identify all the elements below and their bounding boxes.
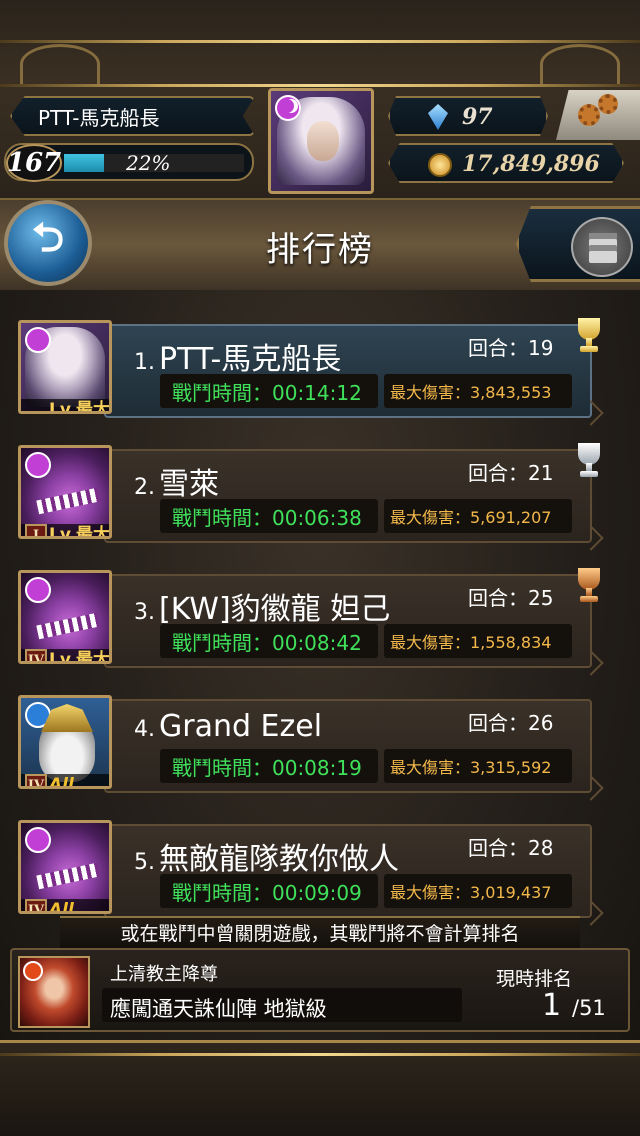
- coin-count: 17,849,896: [462, 151, 600, 177]
- ranking-row[interactable]: Lv.最大 IV 3. [KW]豹徽龍 妲己 回合：25 戰鬥時間：00:08:4…: [0, 568, 640, 686]
- current-rank-label: 現時排名: [496, 968, 573, 990]
- frame-divider: [0, 84, 640, 87]
- element-icon: [25, 702, 51, 728]
- coin-icon: [428, 153, 452, 177]
- player-level: 167: [6, 144, 62, 182]
- player-avatar[interactable]: [268, 88, 374, 194]
- coin-counter[interactable]: 17,849,896: [388, 143, 624, 183]
- current-rank: 1: [542, 988, 562, 1023]
- max-damage: 最大傷害：5,691,207: [384, 499, 572, 533]
- player-name: [KW]豹徽龍 妲己: [159, 592, 391, 627]
- frame-divider: [0, 1053, 640, 1056]
- fire-element-icon: [23, 961, 43, 981]
- ranking-player: 5. 無敵龍隊教你做人: [134, 834, 399, 878]
- battle-time: 戰鬥時間：00:06:38: [160, 499, 378, 533]
- bronze-trophy-icon: [572, 566, 606, 606]
- element-icon: [25, 577, 51, 603]
- battle-time: 戰鬥時間：00:14:12: [160, 374, 378, 408]
- round-count: 回合：25: [468, 586, 554, 610]
- gem-count: 97: [462, 104, 493, 130]
- boss-portrait: [18, 956, 90, 1028]
- battle-time: 戰鬥時間：00:08:19: [160, 749, 378, 783]
- ranking-row[interactable]: Lv.最大 I 2. 雪萊 回合：21 戰鬥時間：00:06:38 最大傷害：5,…: [0, 443, 640, 561]
- ranking-player: 1. PTT-馬克船長: [134, 334, 341, 378]
- ranking-player: 4. Grand Ezel: [134, 709, 322, 744]
- max-damage: 最大傷害：3,019,437: [384, 874, 572, 908]
- max-damage: 最大傷害：1,558,834: [384, 624, 572, 658]
- moon-element-icon: [275, 95, 301, 121]
- stage-subtitle: 上清教主降尊: [110, 964, 218, 985]
- stage-panel: 上清教主降尊 應闖通天誅仙陣 地獄級 現時排名 1 /51: [10, 948, 630, 1032]
- tier-badge: I: [25, 524, 47, 536]
- rank-total: /51: [572, 996, 606, 1020]
- round-count: 回合：21: [468, 461, 554, 485]
- gear-icon: [598, 94, 618, 114]
- level-badge: Lv.最大: [21, 399, 109, 411]
- max-damage: 最大傷害：3,315,592: [384, 749, 572, 783]
- tier-badge: IV: [25, 649, 47, 661]
- settings-button[interactable]: [556, 90, 640, 140]
- gold-trophy-icon: [572, 316, 606, 356]
- silver-trophy-icon: [572, 441, 606, 481]
- frame-divider: [0, 40, 640, 43]
- rank-number: 4.: [134, 717, 155, 742]
- player-name: 雪萊: [159, 467, 219, 502]
- gear-icon: [578, 104, 600, 126]
- player-level-bar: 167 22%: [4, 143, 254, 182]
- player-name: PTT-馬克船長: [38, 105, 160, 130]
- player-name: 無敵龍隊教你做人: [159, 842, 399, 877]
- element-icon: [25, 827, 51, 853]
- battle-time: 戰鬥時間：00:09:09: [160, 874, 378, 908]
- player-name: Grand Ezel: [159, 709, 323, 744]
- notice-bar: 或在戰鬥中曾關閉遊戲，其戰鬥將不會計算排名: [60, 916, 580, 950]
- tier-badge: IV: [25, 774, 47, 786]
- menu-button[interactable]: [516, 206, 640, 282]
- ranking-portrait[interactable]: Lv.最大 IV: [18, 570, 112, 664]
- rank-number: 1.: [134, 350, 155, 375]
- ranking-player: 2. 雪萊: [134, 459, 219, 503]
- bottom-frame: [0, 1040, 640, 1136]
- element-icon: [25, 327, 51, 353]
- list-menu-icon: [571, 217, 633, 277]
- avatar-face: [307, 121, 339, 161]
- max-damage: 最大傷害：3,843,553: [384, 374, 572, 408]
- ranking-portrait[interactable]: All Max IV: [18, 820, 112, 914]
- frame-ornament: [20, 44, 100, 84]
- stage-name: 應闖通天誅仙陣 地獄級: [110, 997, 327, 1021]
- exp-fill: [64, 154, 104, 172]
- ranking-portrait[interactable]: Lv.最大 I: [18, 445, 112, 539]
- battle-time: 戰鬥時間：00:08:42: [160, 624, 378, 658]
- gem-counter[interactable]: 97: [388, 96, 548, 136]
- round-count: 回合：28: [468, 836, 554, 860]
- ranking-portrait[interactable]: Lv.最大: [18, 320, 112, 414]
- frame-ornament: [540, 44, 620, 84]
- ranking-row[interactable]: All Max IV 4.Grand Ezel 回合：26 戰鬥時間：00:08…: [0, 693, 640, 811]
- element-icon: [25, 452, 51, 478]
- gem-icon: [428, 104, 448, 130]
- exp-percent: 22%: [126, 151, 171, 175]
- player-name: PTT-馬克船長: [159, 342, 342, 377]
- rank-number: 2.: [134, 475, 155, 500]
- ranking-player: 3. [KW]豹徽龍 妲己: [134, 584, 390, 628]
- ranking-portrait[interactable]: All Max IV: [18, 695, 112, 789]
- rank-number: 5.: [134, 850, 155, 875]
- round-count: 回合：26: [468, 711, 554, 735]
- rank-number: 3.: [134, 600, 155, 625]
- round-count: 回合：19: [468, 336, 554, 360]
- tier-badge: IV: [25, 899, 47, 911]
- ranking-row[interactable]: Lv.最大 1. PTT-馬克船長 回合：19 戰鬥時間：00:14:12 最大傷…: [0, 318, 640, 436]
- player-name-plate: PTT-馬克船長: [10, 96, 255, 136]
